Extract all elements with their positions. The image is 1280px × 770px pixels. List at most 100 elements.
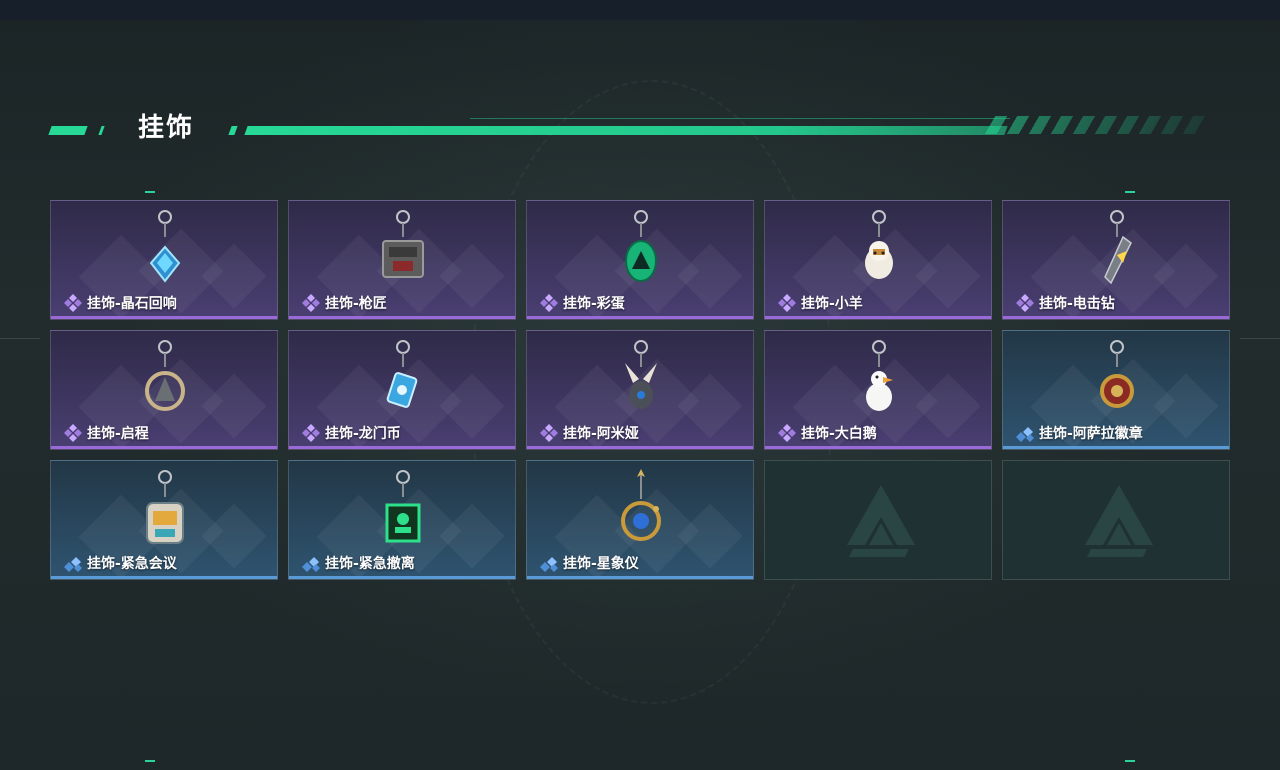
rarity-purple-icon [540,424,558,442]
charm-card[interactable]: 挂饰-枪匠 [288,200,516,320]
card-diamond-decor [439,503,505,569]
right-edge-line [1240,338,1280,339]
rarity-purple-icon [64,294,82,312]
asala-badge-charm-icon [1100,340,1134,408]
header-checker-pattern [984,116,1206,134]
charm-name: 挂饰-小羊 [801,296,863,312]
charm-label-row: 挂饰-阿萨拉徽章 [1015,423,1143,443]
charm-grid: 挂饰-晶石回响 挂饰-枪匠 挂饰-彩蛋 挂饰-小羊 挂饰-电击钻 挂饰-启程 挂饰-龙门币挂… [50,200,1230,580]
rarity-purple-icon [302,294,320,312]
card-diamond-decor [1153,243,1219,309]
rarity-underline [289,446,515,449]
corner-tick [145,760,155,762]
charm-label-row: 挂饰-大白鹅 [777,423,877,443]
charm-label-row: 挂饰-星象仪 [539,553,639,573]
placeholder-logo-icon [847,485,915,557]
charm-name: 挂饰-电击钻 [1039,296,1115,312]
rarity-underline [527,576,753,579]
charm-card[interactable]: 挂饰-紧急会议 [50,460,278,580]
charm-card[interactable]: 挂饰-阿萨拉徽章 [1002,330,1230,450]
rarity-purple-icon [1016,294,1034,312]
charm-label-row: 挂饰-枪匠 [301,293,387,313]
rarity-blue-icon [64,557,82,572]
charm-card[interactable]: 挂饰-星象仪 [526,460,754,580]
rarity-blue-icon [302,557,320,572]
charm-name: 挂饰-启程 [87,426,149,442]
charm-name: 挂饰-星象仪 [563,556,639,572]
charm-card[interactable]: 挂饰-晶石回响 [50,200,278,320]
empty-slot [1002,460,1230,580]
charm-label-row: 挂饰-紧急会议 [63,553,177,573]
corner-tick [145,191,155,193]
charm-name: 挂饰-晶石回响 [87,296,177,312]
charm-name: 挂饰-紧急撤离 [325,556,415,572]
charm-label-row: 挂饰-龙门币 [301,423,401,443]
section-header: 挂饰 [48,112,1206,148]
charm-card[interactable]: 挂饰-紧急撤离 [288,460,516,580]
rarity-purple-icon [778,294,796,312]
rarity-underline [1003,446,1229,449]
header-accent-bar [228,126,238,135]
header-accent-bar [98,126,105,135]
charm-card[interactable]: 挂饰-电击钻 [1002,200,1230,320]
card-diamond-decor [677,373,743,439]
corner-tick [1125,191,1135,193]
rarity-underline [765,446,991,449]
charm-card[interactable]: 挂饰-龙门币 [288,330,516,450]
charm-label-row: 挂饰-晶石回响 [63,293,177,313]
rarity-underline [289,316,515,319]
charm-card[interactable]: 挂饰-启程 [50,330,278,450]
charm-name: 挂饰-枪匠 [325,296,387,312]
emergency-meeting-charm-icon [146,470,184,544]
rarity-blue-icon [1016,427,1034,442]
gunsmith-charm-icon [382,210,424,278]
rarity-purple-icon [64,424,82,442]
card-diamond-decor [201,243,267,309]
charm-card[interactable]: 挂饰-小羊 [764,200,992,320]
astrolabe-charm-icon [621,469,661,541]
emergency-evac-charm-icon [385,470,421,543]
header-thin-line [470,118,1010,119]
header-progress-line [244,126,1008,135]
departure-charm-icon [145,340,185,411]
rarity-purple-icon [540,294,558,312]
card-diamond-decor [1153,373,1219,439]
charm-name: 挂饰-大白鹅 [801,426,877,442]
card-diamond-decor [915,373,981,439]
charm-label-row: 挂饰-彩蛋 [539,293,625,313]
placeholder-logo-icon [1085,485,1153,557]
shock-drill-charm-icon [1104,210,1132,285]
charm-card[interactable]: 挂饰-阿米娅 [526,330,754,450]
rarity-underline [1003,316,1229,319]
easter-egg-charm-icon [625,210,657,282]
rarity-underline [527,446,753,449]
top-bar [0,0,1280,20]
rarity-purple-icon [302,424,320,442]
lamb-charm-icon [865,210,893,279]
rarity-blue-icon [540,557,558,572]
card-diamond-decor [439,243,505,309]
rarity-underline [289,576,515,579]
card-diamond-decor [677,503,743,569]
white-goose-charm-icon [866,340,893,411]
left-edge-line [0,338,40,339]
charm-label-row: 挂饰-启程 [63,423,149,443]
rarity-underline [527,316,753,319]
charm-name: 挂饰-紧急会议 [87,556,177,572]
rarity-underline [51,576,277,579]
rarity-purple-icon [778,424,796,442]
charm-label-row: 挂饰-紧急撤离 [301,553,415,573]
charm-name: 挂饰-龙门币 [325,426,401,442]
lungmen-coin-charm-icon [386,340,418,408]
charm-card[interactable]: 挂饰-大白鹅 [764,330,992,450]
card-diamond-decor [677,243,743,309]
rarity-underline [51,446,277,449]
charm-card[interactable]: 挂饰-彩蛋 [526,200,754,320]
charm-name: 挂饰-彩蛋 [563,296,625,312]
charm-name: 挂饰-阿萨拉徽章 [1039,426,1143,442]
card-diamond-decor [201,373,267,439]
rarity-underline [765,316,991,319]
rarity-underline [51,316,277,319]
charm-name: 挂饰-阿米娅 [563,426,639,442]
charm-label-row: 挂饰-电击钻 [1015,293,1115,313]
